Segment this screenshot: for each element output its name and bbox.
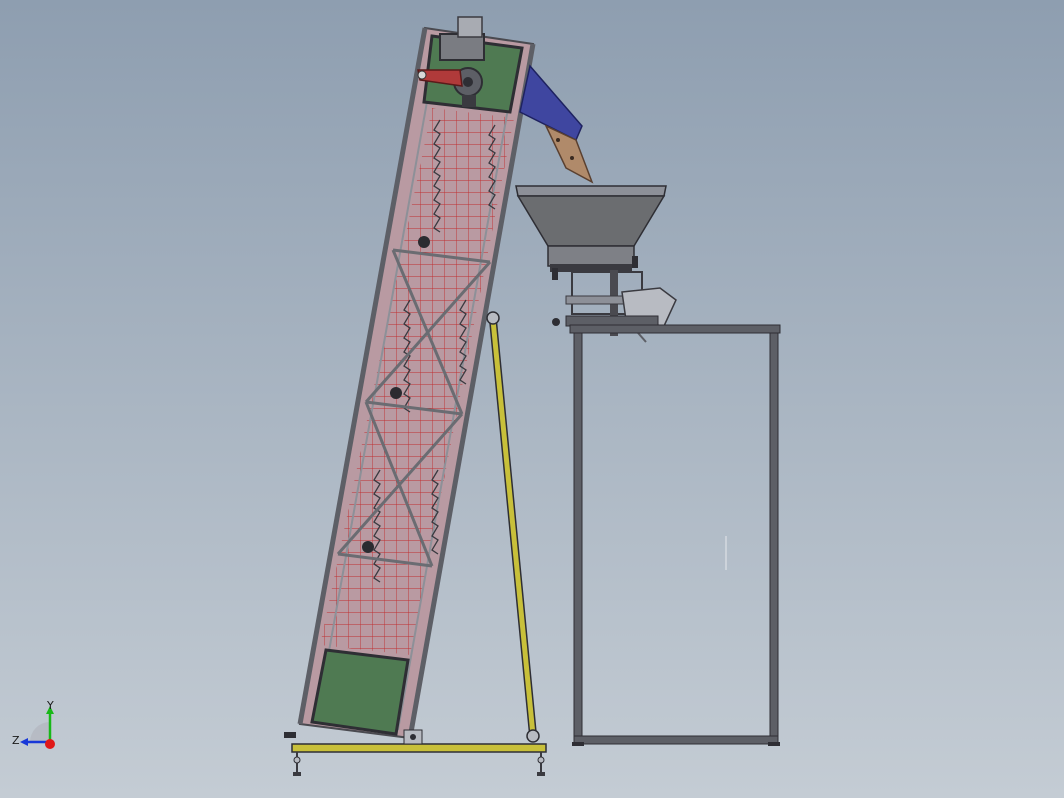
bearing-lower (362, 541, 374, 553)
triad-y-label: Y (47, 699, 54, 712)
axis-x-point-icon (45, 739, 55, 749)
cad-viewport[interactable] (0, 0, 1064, 798)
drive-sprocket-hub (463, 77, 473, 87)
tail-plate-bottom (310, 648, 410, 736)
base-rail (291, 743, 547, 753)
foot-pad-left (293, 772, 301, 776)
base-end-plate (284, 732, 296, 738)
bearing-middle (390, 387, 402, 399)
stand-top-beam (569, 324, 781, 334)
foot-pad-right (537, 772, 545, 776)
leg-bottom-pivot (526, 729, 540, 743)
hopper-top-rim (515, 185, 667, 197)
stand-foot-right (768, 742, 780, 746)
tension-arm-pivot (417, 70, 427, 80)
stand-left-post (573, 332, 583, 744)
motor-fan-cover (457, 16, 483, 38)
hopper-collar (550, 264, 632, 272)
hopper-support-bolts (552, 268, 558, 280)
hopper-support-bolt (632, 256, 638, 268)
drive-shaft-block (462, 95, 476, 107)
clamp-knob (552, 318, 560, 326)
stand-foot-left (572, 742, 584, 746)
triad-z-label: Z (12, 734, 20, 747)
stand-bottom-beam (573, 735, 779, 745)
stand-right-post (769, 332, 779, 744)
leg-top-pivot (486, 311, 500, 325)
gear-motor (439, 33, 485, 61)
viewport-background (0, 0, 1064, 798)
hopper-neck (547, 245, 635, 267)
bearing-upper (418, 236, 430, 248)
